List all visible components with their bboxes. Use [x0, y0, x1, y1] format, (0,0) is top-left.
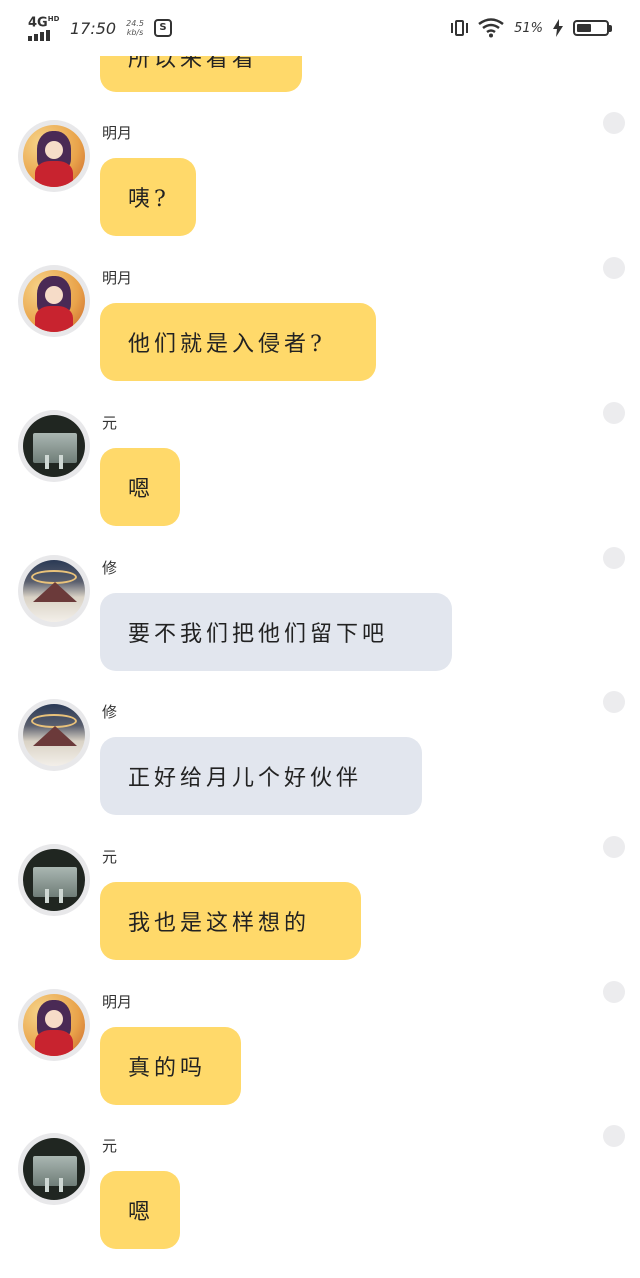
network-hd: HD	[47, 15, 60, 23]
select-dot[interactable]	[603, 547, 625, 569]
app-notification-icon: S	[153, 19, 172, 37]
message-text: 他们就是入侵者?	[128, 332, 326, 357]
message-row: 明月 真的吗	[0, 981, 640, 1127]
avatar-xiu[interactable]	[18, 699, 90, 771]
clock: 17:50	[70, 18, 117, 38]
sender-name: 明月	[102, 269, 133, 287]
wifi-icon	[478, 18, 504, 38]
message-text: 正好给月儿个好伙伴	[128, 766, 363, 791]
message-bubble[interactable]: 咦?	[100, 158, 196, 236]
speed-unit: kb/s	[126, 28, 144, 37]
select-dot[interactable]	[603, 836, 625, 858]
message-bubble[interactable]: 要不我们把他们留下吧	[100, 593, 452, 671]
message-bubble[interactable]: 嗯	[100, 1171, 180, 1249]
avatar-yuan[interactable]	[18, 1133, 90, 1205]
sender-name: 元	[102, 848, 118, 866]
speed-value: 24.5	[126, 19, 144, 28]
select-dot[interactable]	[603, 112, 625, 134]
select-dot[interactable]	[603, 257, 625, 279]
message-row: 元 我也是这样想的	[0, 836, 640, 982]
vibrate-icon	[451, 20, 469, 36]
select-dot[interactable]	[603, 981, 625, 1003]
select-dot[interactable]	[603, 691, 625, 713]
chat-list[interactable]: 所以来看看 明月 咦? 明月 他们就是入侵者? 元 嗯 修 要不我们把他们留下吧…	[0, 0, 640, 1278]
network-speed: 24.5 kb/s	[126, 19, 144, 37]
avatar-mingyue[interactable]	[18, 989, 90, 1061]
message-row: 元 嗯	[0, 402, 640, 548]
avatar-mingyue[interactable]	[18, 265, 90, 337]
avatar-yuan[interactable]	[18, 844, 90, 916]
status-bar: 4GHD 17:50 24.5 kb/s S 51%	[0, 0, 640, 56]
network-type: 4G	[28, 15, 48, 31]
message-row: 修 正好给月儿个好伙伴	[0, 691, 640, 837]
message-row: 修 要不我们把他们留下吧	[0, 547, 640, 693]
sender-name: 元	[102, 1137, 118, 1155]
message-text: 嗯	[128, 1200, 155, 1225]
message-text: 咦?	[128, 187, 170, 212]
message-text: 我也是这样想的	[128, 911, 311, 936]
battery-percent: 51%	[514, 20, 543, 36]
select-dot[interactable]	[603, 402, 625, 424]
charging-icon	[553, 19, 563, 37]
battery-icon	[573, 20, 612, 36]
message-bubble[interactable]: 他们就是入侵者?	[100, 303, 376, 381]
sender-name: 明月	[102, 993, 133, 1011]
avatar-xiu[interactable]	[18, 555, 90, 627]
message-row: 元 嗯	[0, 1125, 640, 1271]
message-text: 真的吗	[128, 1056, 207, 1081]
message-row: 明月 咦?	[0, 112, 640, 258]
select-dot[interactable]	[603, 1125, 625, 1147]
sender-name: 修	[102, 559, 118, 577]
message-bubble[interactable]: 真的吗	[100, 1027, 241, 1105]
message-bubble[interactable]: 正好给月儿个好伙伴	[100, 737, 422, 815]
signal-icon: 4GHD	[28, 15, 60, 41]
battery-fill	[577, 24, 592, 32]
message-text: 嗯	[128, 477, 155, 502]
sender-name: 明月	[102, 124, 133, 142]
message-bubble[interactable]: 我也是这样想的	[100, 882, 361, 960]
sender-name: 元	[102, 414, 118, 432]
message-row: 明月 他们就是入侵者?	[0, 257, 640, 403]
message-bubble[interactable]: 嗯	[100, 448, 180, 526]
avatar-yuan[interactable]	[18, 410, 90, 482]
sender-name: 修	[102, 703, 118, 721]
message-text: 要不我们把他们留下吧	[128, 622, 389, 647]
avatar-mingyue[interactable]	[18, 120, 90, 192]
